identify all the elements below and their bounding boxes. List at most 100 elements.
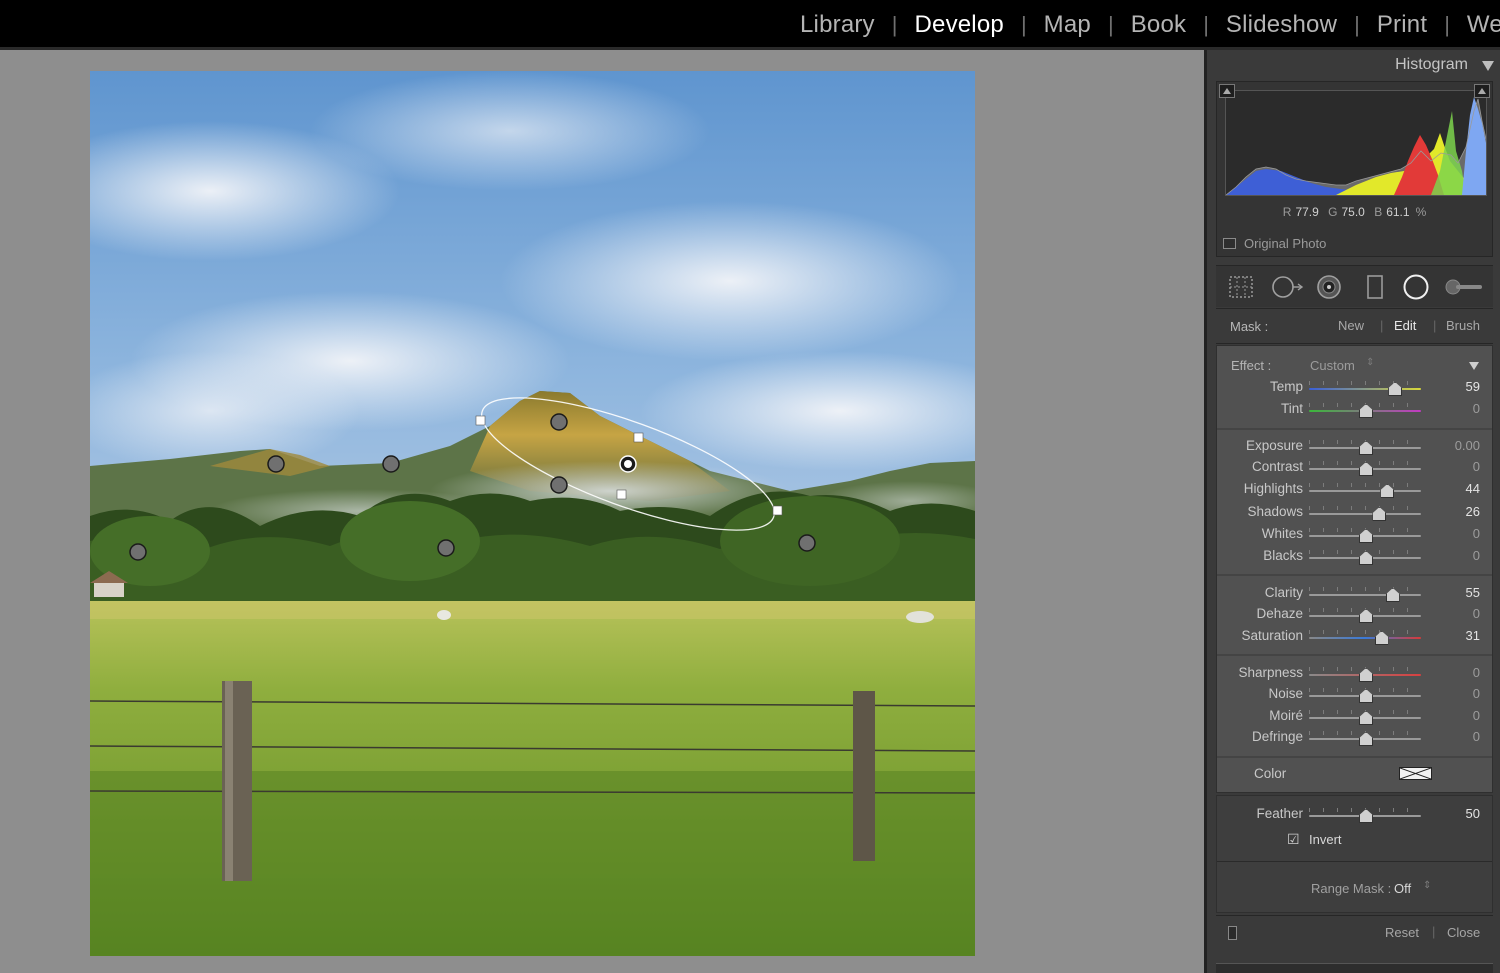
shadows-track[interactable] bbox=[1309, 513, 1421, 515]
module-map[interactable]: Map bbox=[1044, 11, 1091, 39]
dehaze-value[interactable]: 0 bbox=[1473, 606, 1480, 621]
tint-value[interactable]: 0 bbox=[1473, 401, 1480, 416]
clarity-label: Clarity bbox=[1264, 585, 1303, 600]
reset-button[interactable]: Reset bbox=[1385, 925, 1419, 940]
b-value: 61.1 bbox=[1386, 205, 1410, 219]
contrast-value[interactable]: 0 bbox=[1473, 459, 1480, 474]
highlights-slider[interactable]: Highlights 44 bbox=[1217, 479, 1494, 499]
histogram-panel: R 77.9 G 75.0 B 61.1% Original Photo bbox=[1216, 81, 1493, 257]
clarity-value[interactable]: 55 bbox=[1466, 585, 1480, 600]
group-divider bbox=[1217, 756, 1492, 758]
module-library[interactable]: Library bbox=[800, 11, 875, 39]
effect-collapse-icon[interactable] bbox=[1469, 362, 1479, 370]
r-value: 77.9 bbox=[1295, 205, 1319, 219]
whites-value[interactable]: 0 bbox=[1473, 526, 1480, 541]
noise-value[interactable]: 0 bbox=[1473, 686, 1480, 701]
exposure-slider[interactable]: Exposure 0.00 bbox=[1217, 436, 1494, 456]
exposure-value[interactable]: 0.00 bbox=[1455, 438, 1480, 453]
develop-right-panel: Histogram R 77.9 G 75.0 B 61.1% Original Ph… bbox=[1204, 50, 1500, 973]
feather-value[interactable]: 50 bbox=[1466, 806, 1480, 821]
mask-separator: | bbox=[1433, 318, 1437, 333]
invert-checkbox[interactable]: ☑ bbox=[1287, 831, 1300, 848]
crop-overlay-icon[interactable] bbox=[1228, 274, 1254, 300]
histogram-title[interactable]: Histogram bbox=[1395, 56, 1468, 74]
module-picker-bar: Library | Develop | Map | Book | Slidesh… bbox=[0, 0, 1500, 50]
mask-brush-button[interactable]: Brush bbox=[1446, 318, 1480, 333]
module-book[interactable]: Book bbox=[1131, 11, 1187, 39]
b-label: B bbox=[1374, 205, 1383, 219]
color-swatch-none[interactable] bbox=[1399, 767, 1432, 780]
feather-slider[interactable]: Feather 50 bbox=[1217, 804, 1494, 824]
red-eye-icon[interactable] bbox=[1316, 274, 1342, 300]
sharpness-slider[interactable]: Sharpness 0 bbox=[1217, 663, 1494, 683]
r-label: R bbox=[1282, 205, 1292, 219]
module-print[interactable]: Print bbox=[1377, 11, 1427, 39]
g-label: G bbox=[1328, 205, 1338, 219]
shadow-clipping-icon[interactable] bbox=[1219, 84, 1235, 98]
tint-slider[interactable]: Tint 0 bbox=[1217, 399, 1494, 419]
mask-edit-button[interactable]: Edit bbox=[1394, 318, 1416, 333]
effect-preset-select[interactable]: Custom bbox=[1310, 358, 1355, 373]
original-photo-checkbox[interactable] bbox=[1223, 238, 1236, 249]
histogram-chart bbox=[1225, 97, 1487, 196]
color-label: Color bbox=[1254, 766, 1287, 781]
g-value: 75.0 bbox=[1341, 205, 1365, 219]
saturation-slider[interactable]: Saturation 31 bbox=[1217, 626, 1494, 646]
module-separator: | bbox=[1444, 12, 1450, 37]
highlight-clipping-icon[interactable] bbox=[1474, 84, 1490, 98]
feather-label: Feather bbox=[1256, 806, 1303, 821]
sharpness-value[interactable]: 0 bbox=[1473, 665, 1480, 680]
rgb-readout: R 77.9 G 75.0 B 61.1% bbox=[1217, 205, 1492, 219]
tint-label: Tint bbox=[1280, 401, 1303, 416]
adjustment-brush-icon[interactable] bbox=[1444, 274, 1484, 300]
blacks-slider[interactable]: Blacks 0 bbox=[1217, 546, 1494, 566]
noise-slider[interactable]: Noise 0 bbox=[1217, 684, 1494, 704]
temp-value[interactable]: 59 bbox=[1466, 379, 1480, 394]
close-button[interactable]: Close bbox=[1447, 925, 1480, 940]
highlights-value[interactable]: 44 bbox=[1466, 481, 1480, 496]
spot-removal-icon[interactable] bbox=[1271, 274, 1304, 300]
highlights-track[interactable] bbox=[1309, 490, 1421, 492]
moir-value[interactable]: 0 bbox=[1473, 708, 1480, 723]
shadows-slider[interactable]: Shadows 26 bbox=[1217, 502, 1494, 522]
landscape-photo bbox=[90, 71, 975, 956]
mask-label: Mask : bbox=[1230, 319, 1269, 334]
shadows-value[interactable]: 26 bbox=[1466, 504, 1480, 519]
moir-slider[interactable]: Moiré 0 bbox=[1217, 706, 1494, 726]
module-slideshow[interactable]: Slideshow bbox=[1226, 11, 1337, 39]
histogram-collapse-icon[interactable] bbox=[1482, 61, 1494, 71]
defringe-slider[interactable]: Defringe 0 bbox=[1217, 727, 1494, 747]
clarity-slider[interactable]: Clarity 55 bbox=[1217, 583, 1494, 603]
photo-canvas[interactable] bbox=[90, 71, 975, 956]
clarity-track[interactable] bbox=[1309, 594, 1421, 596]
sharpness-label: Sharpness bbox=[1238, 665, 1303, 680]
shadows-label: Shadows bbox=[1247, 504, 1303, 519]
invert-label: Invert bbox=[1309, 832, 1342, 847]
temp-slider[interactable]: Temp 59 bbox=[1217, 377, 1494, 397]
highlights-ticks bbox=[1309, 483, 1421, 487]
module-develop[interactable]: Develop bbox=[914, 11, 1003, 39]
radial-filter-icon[interactable] bbox=[1402, 274, 1429, 300]
contrast-slider[interactable]: Contrast 0 bbox=[1217, 457, 1494, 477]
clarity-ticks bbox=[1309, 587, 1421, 591]
mask-new-button[interactable]: New bbox=[1338, 318, 1364, 333]
original-photo-label: Original Photo bbox=[1244, 236, 1327, 251]
graduated-filter-icon[interactable] bbox=[1362, 274, 1388, 300]
blacks-label: Blacks bbox=[1263, 548, 1303, 563]
dehaze-slider[interactable]: Dehaze 0 bbox=[1217, 604, 1494, 624]
whites-slider[interactable]: Whites 0 bbox=[1217, 524, 1494, 544]
tool-strip bbox=[1216, 265, 1493, 307]
panel-toggle-icon[interactable] bbox=[1228, 926, 1237, 940]
module-web[interactable]: Web bbox=[1467, 11, 1500, 39]
blacks-value[interactable]: 0 bbox=[1473, 548, 1480, 563]
effect-preset-stepper-icon[interactable]: ⇕ bbox=[1366, 357, 1374, 368]
saturation-label: Saturation bbox=[1241, 628, 1303, 643]
temp-ticks bbox=[1309, 381, 1421, 385]
saturation-track[interactable] bbox=[1309, 637, 1421, 639]
range-mask-stepper-icon[interactable]: ⇕ bbox=[1423, 880, 1431, 891]
defringe-value[interactable]: 0 bbox=[1473, 729, 1480, 744]
group-divider bbox=[1217, 428, 1492, 430]
temp-track[interactable] bbox=[1309, 388, 1421, 390]
saturation-value[interactable]: 31 bbox=[1466, 628, 1480, 643]
range-mask-select[interactable]: Off bbox=[1394, 881, 1411, 896]
